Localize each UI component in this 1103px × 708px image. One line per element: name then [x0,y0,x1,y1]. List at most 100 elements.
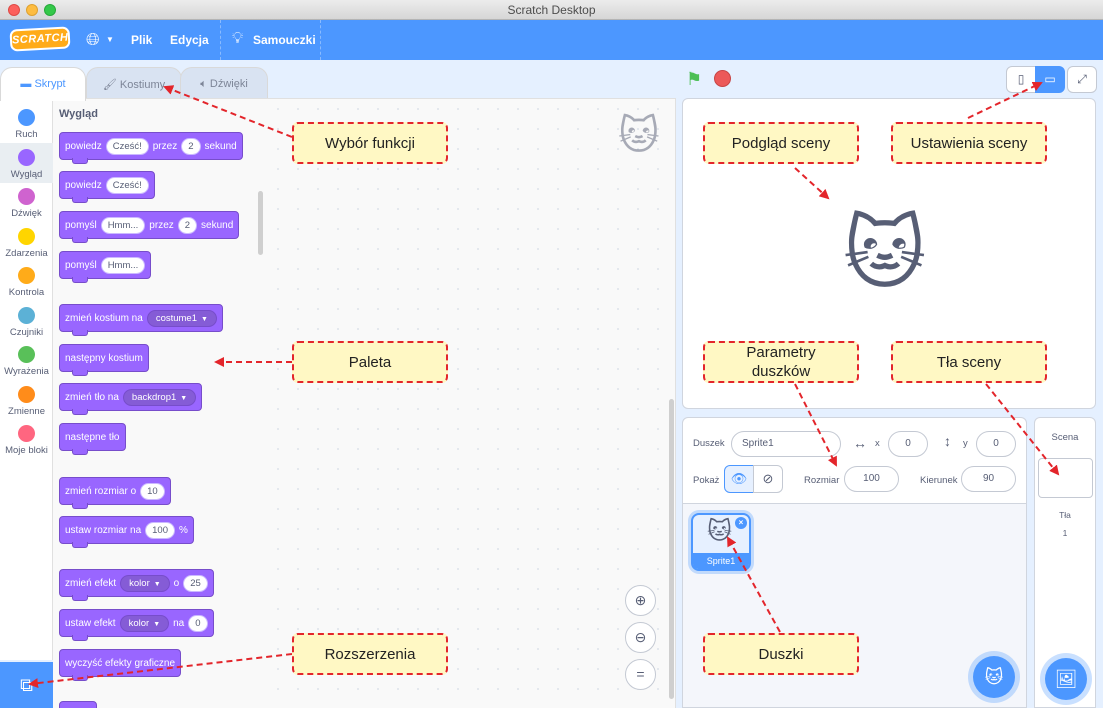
block-clear-effects[interactable]: wyczyść efekty graficzne [59,649,182,681]
zoom-out-button[interactable]: ⊖ [625,622,656,653]
chevron-down-icon: ▼ [106,35,114,44]
callout-settings: Ustawienia sceny [891,122,1047,164]
category-dot [18,386,35,403]
add-sprite-button[interactable]: 🐱︎ [973,656,1015,698]
small-stage-button[interactable]: ▯ [1006,66,1036,93]
menu-divider [320,20,321,60]
category-operators[interactable]: Wyrażenia [0,340,53,380]
category-dot [18,267,35,284]
block-input[interactable]: Cześć! [105,137,149,155]
block-input[interactable]: 10 [140,482,165,500]
callout-palette: Paleta [292,341,448,383]
block-switch-costume[interactable]: zmień kostium na costume1 ▼ [59,304,223,336]
callout-extensions: Rozszerzenia [292,633,448,675]
sprite-tile-name: Sprite1 [693,553,749,569]
stop-icon[interactable] [714,70,731,87]
vertical-arrows-icon: ↕ [944,433,951,449]
scratch-cat-sprite[interactable]: 🐱︎ [843,207,926,300]
menu-file[interactable]: Plik [131,33,152,47]
backdrop-thumbnail[interactable] [1038,458,1093,498]
category-events[interactable]: Zdarzenia [0,222,53,262]
sprite-label: Duszek [693,438,725,449]
stage-selector[interactable]: Scena Tła 1 🖼︎ [1034,417,1096,708]
block-think-for-secs[interactable]: pomyśl Hmm... przez 2 sekund [59,211,240,243]
direction-field[interactable]: 90 [961,466,1016,492]
block-say[interactable]: powiedz Cześć! [59,171,155,203]
globe-icon[interactable]: 🌐︎ [86,30,100,50]
block-partial[interactable] [59,701,97,708]
block-think[interactable]: pomyśl Hmm... [59,251,152,283]
category-control[interactable]: Kontrola [0,261,53,301]
code-workspace[interactable]: 🐱︎ ⊕ ⊖ = [268,98,676,708]
block-input[interactable]: 25 [183,574,208,592]
costume-dropdown[interactable]: costume1 ▼ [146,309,217,327]
block-set-size[interactable]: ustaw rozmiar na 100% [59,516,194,548]
block-input[interactable]: 2 [181,137,201,155]
block-switch-backdrop[interactable]: zmień tło na backdrop1 ▼ [59,383,203,415]
category-menu: Ruch Wygląd Dźwięk Zdarzenia Kontrola Cz… [0,98,53,660]
block-set-effect[interactable]: ustaw efekt kolor ▼ na 0 [59,609,214,641]
add-extension-button[interactable]: ⧉ [0,662,53,708]
callout-functions: Wybór funkcji [292,122,448,164]
hide-sprite-button[interactable]: ⊘ [753,465,783,493]
block-next-backdrop[interactable]: następne tło [59,423,126,455]
eye-icon: 👁︎ [730,471,748,486]
tab-costumes[interactable]: 🖌︎ Kostiumy [86,67,182,99]
palette-scrollbar[interactable] [258,191,263,255]
green-flag-icon[interactable]: ⚑ [686,69,702,90]
code-icon: ▬ [20,78,35,90]
category-variables[interactable]: Zmienne [0,380,53,420]
category-dot [18,425,35,442]
x-field[interactable]: 0 [888,431,928,457]
menu-edit[interactable]: Edycja [170,33,209,47]
effect-dropdown[interactable]: kolor ▼ [119,614,170,632]
direction-label: Kierunek [920,475,958,486]
category-sound[interactable]: Dźwięk [0,182,53,222]
category-my-blocks[interactable]: Moje bloki [0,419,53,459]
zoom-reset-button[interactable]: = [625,659,656,690]
effect-dropdown[interactable]: kolor ▼ [120,574,170,592]
category-dot [18,109,35,126]
extension-icon: ⧉ [20,675,33,695]
block-input[interactable]: 0 [188,614,208,632]
tab-sounds[interactable]: 🔈︎ Dźwięki [180,67,268,99]
size-label: Rozmiar [804,475,840,486]
category-dot [18,149,35,166]
callout-sprites: Duszki [703,633,859,675]
category-sensing[interactable]: Czujniki [0,301,53,341]
block-say-for-secs[interactable]: powiedz Cześć! przez 2 sekund [59,132,243,164]
fullscreen-button[interactable]: ⤢ [1067,66,1097,93]
size-field[interactable]: 100 [844,466,899,492]
workspace-scrollbar[interactable] [669,399,674,699]
scratch-cat-thumbnail: 🐱︎ [707,518,733,545]
block-change-size[interactable]: zmień rozmiar o 10 [59,477,171,509]
add-backdrop-button[interactable]: 🖼︎ [1045,658,1087,700]
image-add-icon: 🖼︎ [1054,669,1078,689]
category-motion[interactable]: Ruch [0,103,53,143]
category-looks[interactable]: Wygląd [0,143,53,183]
sprite-info: Duszek Sprite1 ↔ x 0 ↕ y 0 Pokaż 👁︎ ⊘ Ro… [683,418,1026,504]
scene-title: Scena [1051,432,1079,443]
menu-tutorials[interactable]: Samouczki [253,33,316,47]
window-title: Scratch Desktop [507,3,596,17]
sprite-tile[interactable]: 🐱︎ × Sprite1 [691,513,751,571]
cat-add-icon: 🐱︎ [984,667,1004,687]
block-input[interactable]: 100 [145,521,175,539]
show-label: Pokaż [693,475,720,486]
zoom-in-button[interactable]: ⊕ [625,585,656,616]
block-input[interactable]: 2 [177,216,198,234]
backdrop-dropdown[interactable]: backdrop1 ▼ [122,388,197,406]
large-stage-button[interactable]: ▭ [1035,66,1065,93]
tab-code[interactable]: ▬ Skrypt [0,67,86,101]
delete-sprite-icon[interactable]: × [735,517,747,529]
block-input[interactable]: Hmm... [100,256,146,274]
y-field[interactable]: 0 [976,431,1016,457]
block-change-effect[interactable]: zmień efekt kolor ▼ o 25 [59,569,214,601]
sprite-name-field[interactable]: Sprite1 [731,431,841,457]
show-sprite-button[interactable]: 👁︎ [724,465,754,493]
block-next-costume[interactable]: następny kostium [59,344,149,376]
scratch-logo[interactable]: SCRATCH [9,26,71,52]
block-input[interactable]: Hmm... [100,216,146,234]
window-titlebar: Scratch Desktop [0,0,1103,20]
block-input[interactable]: Cześć! [105,176,149,194]
